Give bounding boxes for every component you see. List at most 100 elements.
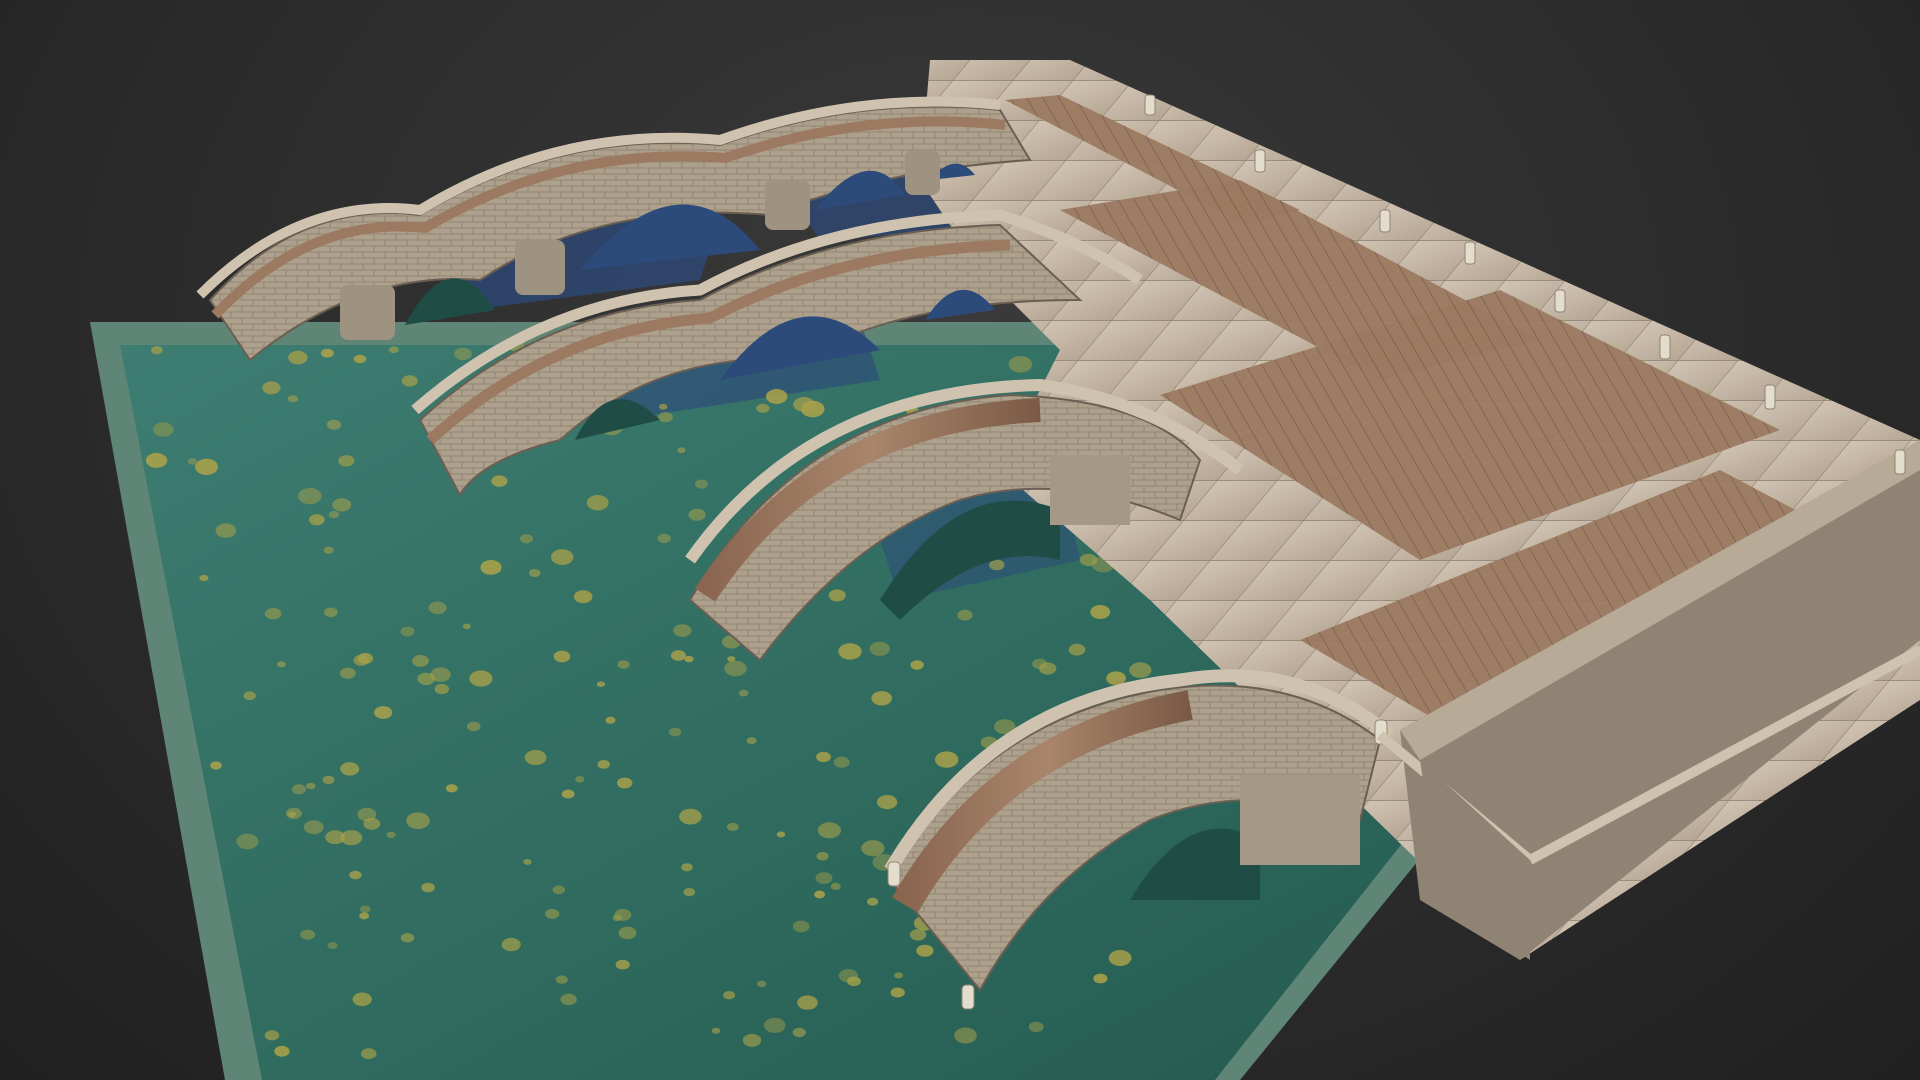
lily-pad bbox=[764, 1017, 786, 1033]
lily-pad bbox=[890, 987, 905, 998]
lily-pad bbox=[683, 888, 696, 897]
lily-pad bbox=[560, 993, 577, 1006]
lily-pad bbox=[815, 872, 833, 884]
lily-pad bbox=[617, 777, 633, 789]
lily-pad bbox=[401, 375, 418, 387]
lily-pad bbox=[817, 822, 842, 839]
lily-pad bbox=[1068, 643, 1086, 656]
lily-pad bbox=[830, 882, 841, 891]
lily-pad bbox=[501, 937, 521, 952]
lily-pad bbox=[1129, 662, 1152, 678]
lily-pad bbox=[434, 683, 449, 695]
lily-pad bbox=[264, 1030, 280, 1041]
lily-pad bbox=[386, 831, 396, 838]
lily-pad bbox=[673, 624, 692, 637]
lily-pad bbox=[327, 942, 338, 949]
lily-pad bbox=[575, 776, 585, 783]
lily-pad bbox=[766, 389, 788, 404]
lily-pad bbox=[338, 455, 355, 467]
lily-pad bbox=[454, 347, 472, 361]
lily-pad bbox=[360, 1048, 377, 1060]
lily-pad bbox=[298, 487, 322, 505]
lily-pad bbox=[325, 830, 345, 845]
lily-pad bbox=[658, 412, 673, 423]
lily-pad bbox=[792, 1027, 806, 1038]
lily-pad bbox=[199, 574, 209, 582]
lily-pad bbox=[618, 926, 637, 940]
lily-pad bbox=[909, 929, 927, 941]
lily-pad bbox=[243, 691, 256, 701]
lily-pad bbox=[491, 475, 508, 487]
lily-pad bbox=[300, 929, 316, 940]
lily-pad bbox=[428, 601, 447, 615]
lily-pad bbox=[339, 667, 356, 679]
lily-pad bbox=[869, 641, 890, 656]
lily-pad bbox=[406, 812, 430, 829]
lily-pad bbox=[677, 447, 686, 454]
lily-pad bbox=[816, 851, 829, 861]
lily-pad bbox=[1093, 973, 1108, 984]
lily-pad bbox=[323, 607, 338, 618]
lily-pad bbox=[277, 661, 286, 668]
lily-pad bbox=[322, 775, 335, 785]
lily-pad bbox=[360, 905, 371, 913]
lily-pad bbox=[388, 346, 399, 354]
lily-pad bbox=[816, 751, 831, 763]
lily-pad bbox=[828, 589, 846, 602]
lily-pad bbox=[957, 609, 973, 621]
lily-pad bbox=[519, 534, 534, 544]
lily-pad bbox=[466, 721, 481, 732]
lily-pad bbox=[684, 655, 694, 663]
lily-pad bbox=[421, 882, 435, 893]
lily-pad bbox=[586, 495, 609, 511]
lily-pad bbox=[323, 546, 334, 554]
lily-pad bbox=[357, 807, 377, 822]
lily-pad bbox=[332, 498, 352, 512]
lily-pad bbox=[724, 660, 747, 677]
lily-pad bbox=[236, 833, 259, 850]
lily-pad bbox=[306, 782, 316, 790]
lily-pad bbox=[151, 346, 163, 355]
lily-pad bbox=[291, 784, 307, 795]
lily-pad bbox=[776, 831, 786, 838]
lily-pad bbox=[833, 756, 850, 768]
lily-pad bbox=[352, 992, 372, 1007]
lily-pad bbox=[871, 691, 892, 706]
lily-pad bbox=[657, 533, 671, 544]
lily-pad bbox=[681, 863, 693, 872]
lily-pad bbox=[274, 1045, 290, 1057]
lily-pad bbox=[555, 975, 568, 984]
lily-pad bbox=[738, 689, 749, 697]
bridge-scene-render bbox=[90, 60, 1920, 1080]
lily-pad bbox=[615, 959, 630, 970]
lily-pad bbox=[954, 1027, 977, 1044]
lily-pad bbox=[553, 650, 571, 663]
lily-pad bbox=[187, 458, 198, 465]
lily-pad bbox=[935, 751, 959, 768]
lily-pad bbox=[573, 590, 593, 604]
lily-pad bbox=[359, 912, 370, 920]
lily-pad bbox=[400, 933, 415, 943]
lily-pad bbox=[480, 560, 502, 575]
lily-pad bbox=[910, 660, 924, 670]
lily-pad bbox=[1090, 605, 1111, 619]
lily-pad bbox=[614, 908, 632, 921]
lily-pad bbox=[797, 995, 818, 1010]
lily-pad bbox=[309, 514, 325, 526]
lily-pad bbox=[679, 808, 702, 825]
lily-pad bbox=[726, 822, 739, 832]
lily-pad bbox=[288, 811, 296, 818]
render-viewport bbox=[0, 0, 1920, 1080]
lily-pad bbox=[894, 972, 903, 979]
lily-pad bbox=[711, 1027, 721, 1034]
lily-pad bbox=[861, 840, 885, 857]
lily-pad bbox=[145, 452, 168, 468]
lily-pad bbox=[756, 403, 770, 413]
lily-pad bbox=[340, 762, 360, 776]
lily-pad bbox=[264, 608, 282, 620]
lily-pad bbox=[523, 858, 532, 865]
lily-pad bbox=[462, 623, 471, 630]
lily-pad bbox=[668, 727, 682, 737]
lily-pad bbox=[597, 760, 610, 769]
lily-pad bbox=[545, 908, 560, 919]
